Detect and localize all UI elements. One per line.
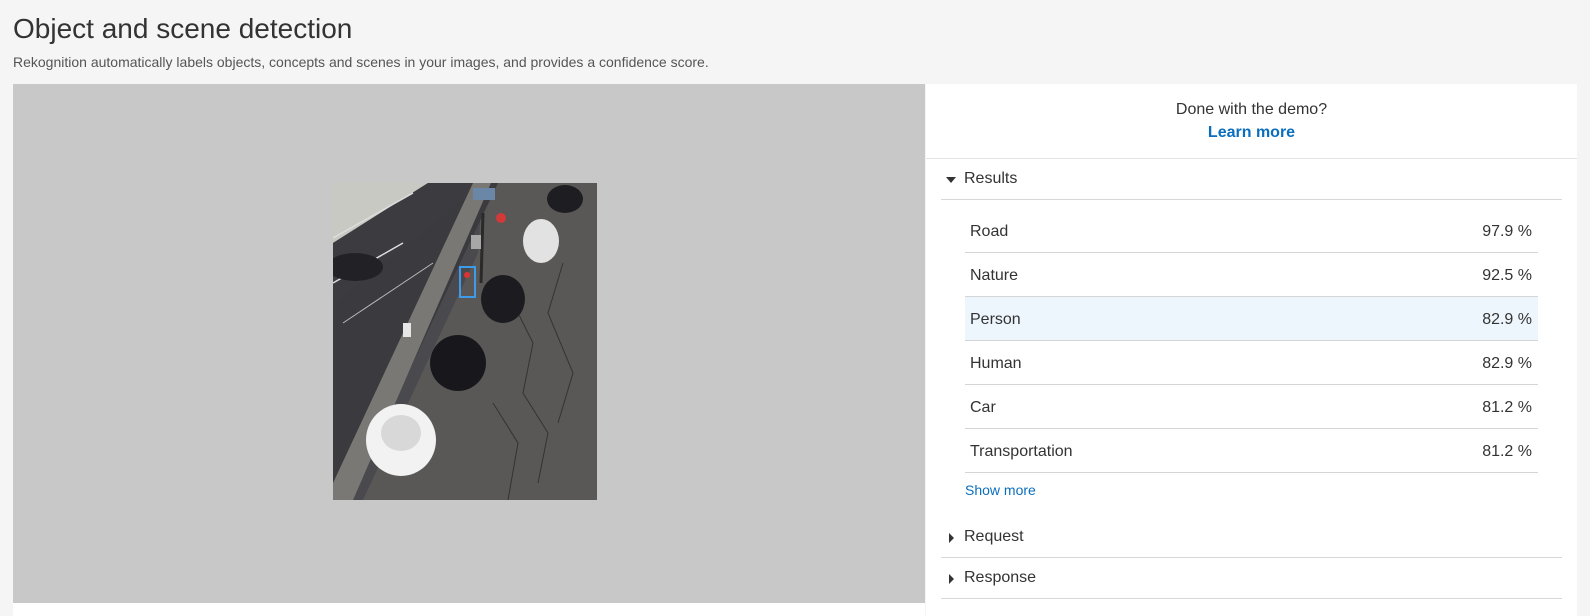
done-with-demo-text: Done with the demo? [1175,101,1328,118]
page-subtitle: Rekognition automatically labels objects… [13,54,709,70]
result-row[interactable]: Transportation 81.2 % [965,429,1538,473]
image-preview-panel [13,84,925,603]
learn-more-link[interactable]: Learn more [926,123,1577,143]
demo-done-block: Done with the demo? Learn more [926,84,1577,159]
result-label: Nature [970,267,1019,284]
result-confidence: 82.9 % [1482,355,1532,372]
results-panel: Done with the demo? Learn more Results R… [926,84,1577,616]
result-confidence: 81.2 % [1482,399,1532,416]
page-title: Object and scene detection [13,13,353,44]
request-section-toggle[interactable]: Request [941,517,1562,558]
caret-right-icon [946,574,956,584]
result-row-highlighted[interactable]: Person 82.9 % [965,297,1538,341]
result-label: Human [970,355,1022,372]
caret-down-icon [946,175,956,185]
result-confidence: 81.2 % [1482,443,1532,460]
result-label: Car [970,399,996,416]
results-section-toggle[interactable]: Results [941,159,1562,200]
results-section-label: Results [964,170,1018,187]
result-confidence: 82.9 % [1482,311,1532,328]
result-label: Transportation [970,443,1073,460]
request-section-label: Request [964,528,1024,545]
result-row[interactable]: Road 97.9 % [965,209,1538,253]
result-row[interactable]: Car 81.2 % [965,385,1538,429]
result-confidence: 92.5 % [1482,267,1532,284]
results-table: Road 97.9 % Nature 92.5 % Person 82.9 % … [965,209,1538,473]
result-row[interactable]: Nature 92.5 % [965,253,1538,297]
image-panel-footer [13,603,925,616]
analyzed-street-photo [333,183,597,500]
response-section-label: Response [964,569,1037,586]
result-label: Person [970,311,1021,328]
caret-right-icon [946,533,956,543]
show-more-link[interactable]: Show more [965,482,1036,498]
result-label: Road [970,223,1009,240]
result-row[interactable]: Human 82.9 % [965,341,1538,385]
response-section-toggle[interactable]: Response [941,558,1562,599]
result-confidence: 97.9 % [1482,223,1532,240]
